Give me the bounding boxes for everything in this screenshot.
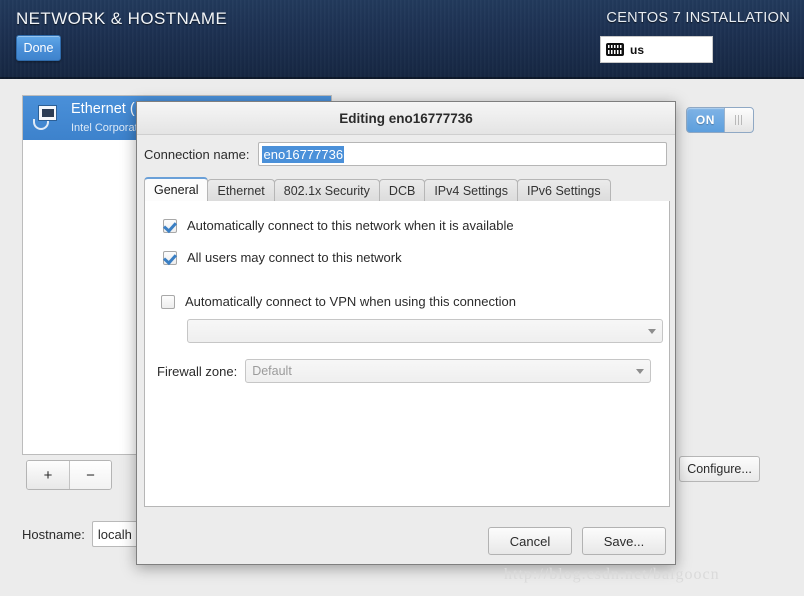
tab-ipv4-settings[interactable]: IPv4 Settings	[424, 179, 518, 201]
tab-ipv6-settings[interactable]: IPv6 Settings	[516, 179, 611, 201]
device-name: Ethernet (	[71, 100, 135, 117]
auto-vpn-checkbox[interactable]	[161, 295, 175, 309]
connection-name-input[interactable]: eno16777736	[257, 142, 667, 166]
chevron-down-icon	[636, 368, 645, 374]
all-users-label: All users may connect to this network	[187, 250, 402, 265]
toggle-state-label: ON	[695, 113, 715, 127]
chevron-down-icon	[648, 328, 656, 334]
auto-connect-row[interactable]: Automatically connect to this network wh…	[163, 218, 514, 233]
add-device-button[interactable]: +	[27, 461, 69, 489]
save-button[interactable]: Save...	[582, 527, 666, 555]
tab-8021x-security[interactable]: 802.1x Security	[273, 179, 380, 201]
done-button[interactable]: Done	[16, 35, 61, 61]
edit-connection-dialog: Editing eno16777736 Connection name: eno…	[136, 101, 676, 565]
vpn-connection-select[interactable]	[187, 319, 663, 343]
keyboard-icon	[606, 43, 624, 56]
tab-general[interactable]: General	[144, 177, 209, 201]
firewall-zone-select[interactable]: Default	[245, 359, 652, 383]
firewall-zone-row: Firewall zone: Default	[157, 359, 652, 383]
configure-button[interactable]: Configure...	[679, 456, 760, 482]
watermark: http://blog.csdn.net/baigoocn	[504, 566, 720, 583]
auto-connect-checkbox[interactable]	[163, 219, 177, 233]
installer-screen: NETWORK & HOSTNAME CENTOS 7 INSTALLATION…	[0, 0, 804, 596]
dialog-titlebar: Editing eno16777736	[137, 102, 675, 135]
cancel-button[interactable]: Cancel	[488, 527, 572, 555]
keyboard-layout-indicator[interactable]: us	[600, 36, 713, 63]
connection-name-row: Connection name: eno16777736	[137, 142, 677, 166]
toggle-knob	[723, 108, 753, 132]
device-description: Intel Corporat	[71, 122, 138, 134]
keyboard-layout-label: us	[630, 42, 645, 57]
auto-vpn-label: Automatically connect to VPN when using …	[185, 294, 516, 309]
tab-panel-general: Automatically connect to this network wh…	[144, 201, 670, 507]
auto-connect-label: Automatically connect to this network wh…	[187, 218, 514, 233]
dialog-title: Editing eno16777736	[339, 110, 473, 126]
connection-name-value: eno16777736	[261, 145, 345, 163]
tab-dcb[interactable]: DCB	[378, 179, 426, 201]
page-title: NETWORK & HOSTNAME	[16, 9, 228, 28]
connection-name-label: Connection name:	[144, 146, 250, 162]
device-list-actions: + −	[26, 460, 112, 490]
all-users-row[interactable]: All users may connect to this network	[163, 250, 402, 265]
firewall-zone-value: Default	[252, 364, 292, 378]
product-label: CENTOS 7 INSTALLATION	[606, 10, 790, 26]
all-users-checkbox[interactable]	[163, 251, 177, 265]
firewall-zone-label: Firewall zone:	[157, 363, 238, 379]
dialog-tabs: General Ethernet 802.1x Security DCB IPv…	[144, 177, 670, 202]
remove-device-button[interactable]: −	[69, 461, 111, 489]
tab-ethernet[interactable]: Ethernet	[207, 179, 275, 201]
app-header: NETWORK & HOSTNAME CENTOS 7 INSTALLATION…	[0, 0, 804, 79]
device-power-toggle[interactable]: ON	[686, 107, 754, 133]
auto-vpn-row[interactable]: Automatically connect to VPN when using …	[161, 294, 516, 309]
dialog-footer: Cancel Save...	[488, 527, 666, 555]
ethernet-nic-icon	[33, 105, 61, 131]
hostname-label: Hostname:	[22, 526, 85, 542]
